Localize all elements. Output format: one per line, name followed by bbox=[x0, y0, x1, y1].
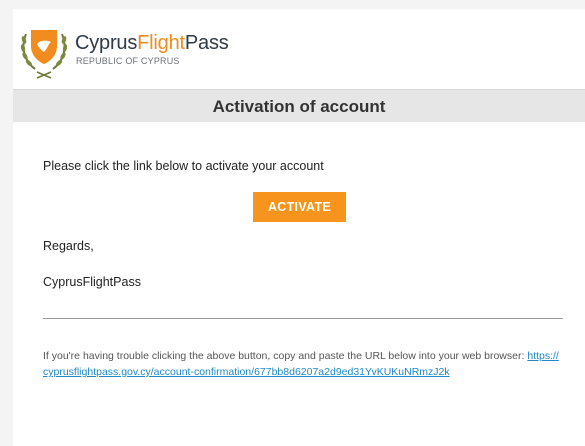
email-card: CyprusFlightPass REPUBLIC OF CYPRUS Acti… bbox=[13, 9, 585, 446]
brand-name-part2: Flight bbox=[137, 32, 185, 54]
footer-help: If you're having trouble clicking the ab… bbox=[43, 348, 563, 380]
signature-text: CyprusFlightPass bbox=[43, 275, 141, 289]
intro-text: Please click the link below to activate … bbox=[43, 159, 324, 173]
brand-name: CyprusFlightPass bbox=[75, 33, 229, 53]
title-bar: Activation of account bbox=[13, 89, 585, 122]
brand-name-part3: Pass bbox=[184, 32, 229, 54]
divider bbox=[43, 318, 563, 319]
regards-text: Regards, bbox=[43, 239, 94, 253]
activate-button[interactable]: ACTIVATE bbox=[253, 192, 346, 222]
brand-name-part1: Cyprus bbox=[75, 32, 138, 54]
brand-subtitle: REPUBLIC OF CYPRUS bbox=[76, 56, 180, 66]
footer-help-text: If you're having trouble clicking the ab… bbox=[43, 350, 525, 362]
page-title: Activation of account bbox=[212, 97, 386, 116]
email-header: CyprusFlightPass REPUBLIC OF CYPRUS bbox=[13, 9, 585, 89]
cyprus-coat-of-arms-icon bbox=[19, 22, 69, 80]
